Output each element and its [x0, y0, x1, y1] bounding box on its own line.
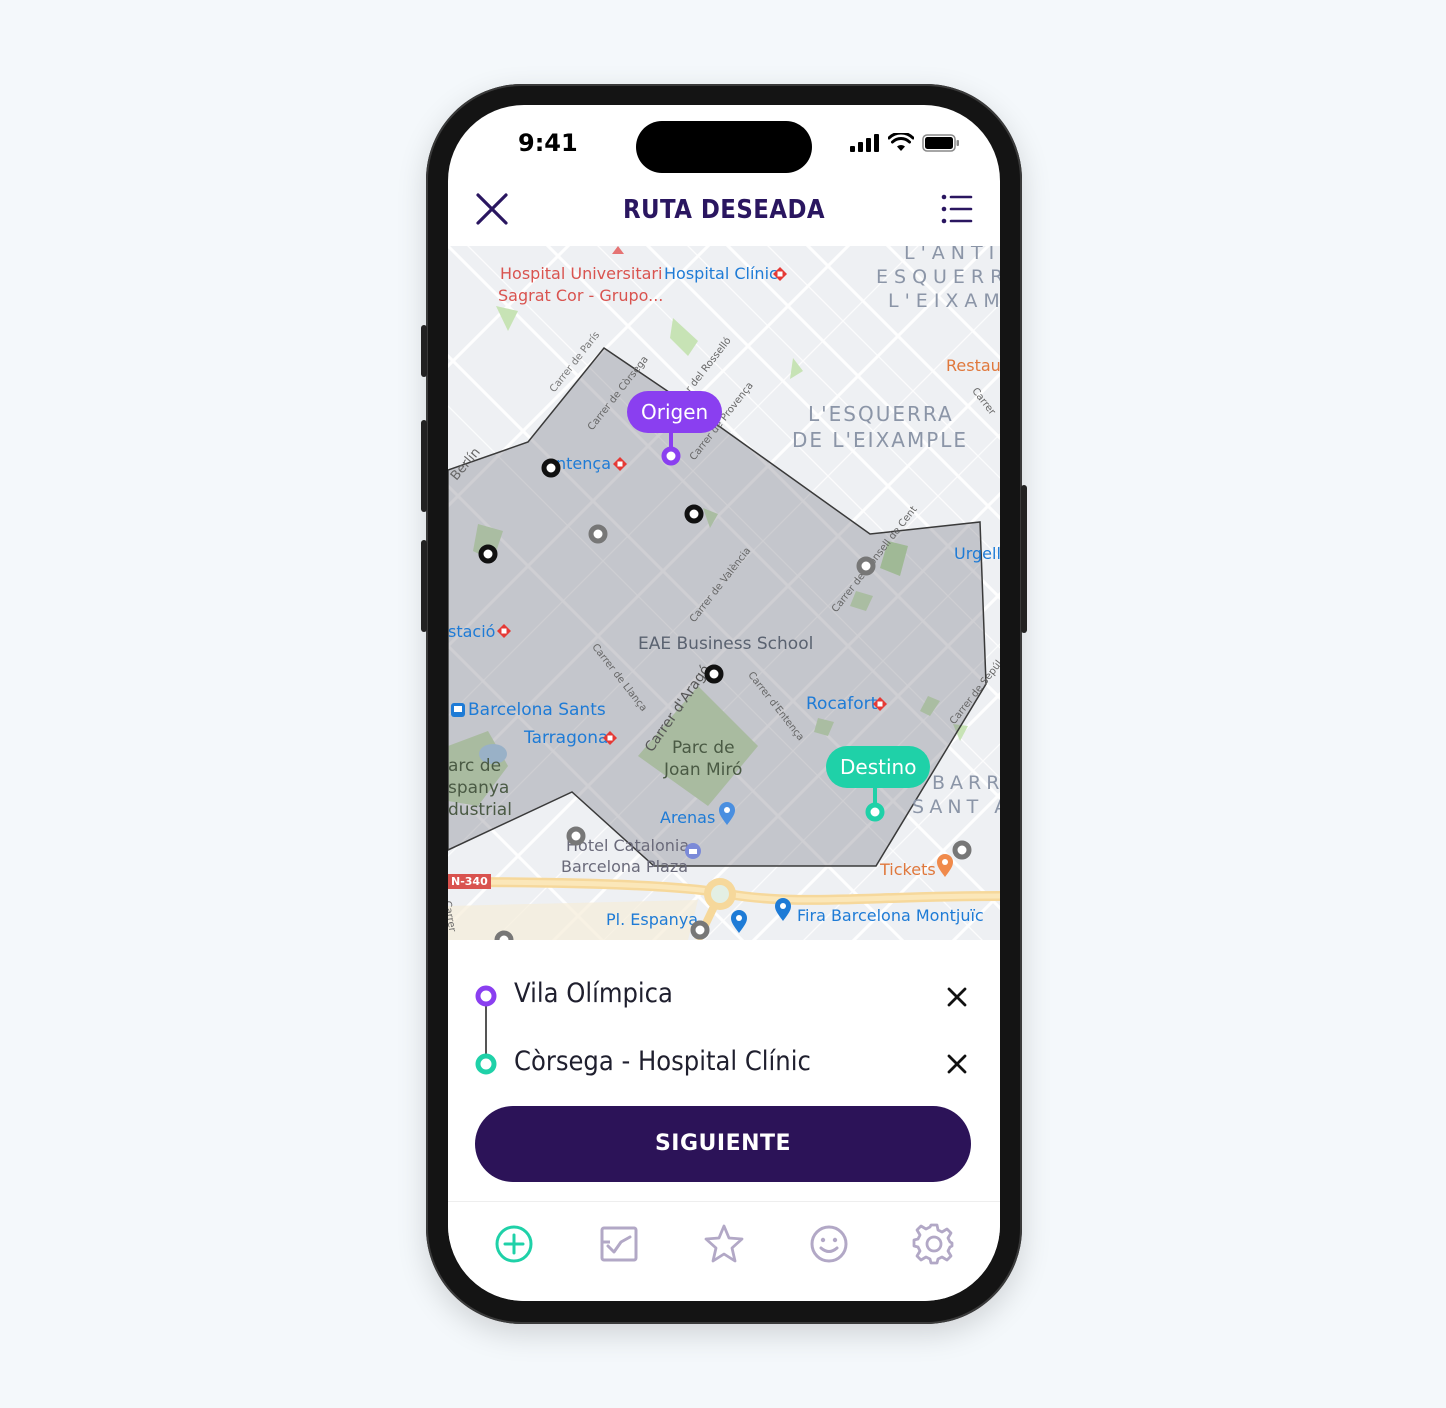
wifi-icon: [888, 133, 914, 151]
route-board-icon[interactable]: [597, 1222, 641, 1266]
screen: 9:41 RUTA DESEADA Hospital Universitari …: [448, 105, 1000, 1301]
map-markers: [478, 432, 972, 940]
page-title: RUTA DESEADA: [622, 195, 826, 225]
phone-power-button: [1021, 485, 1027, 633]
app-header: RUTA DESEADA: [448, 175, 1000, 245]
cellular-signal-icon: [850, 134, 879, 152]
status-time: 9:41: [518, 129, 578, 157]
route-summary: Vila Olímpica Còrsega - Hospital Clínic …: [448, 940, 1000, 1200]
star-icon[interactable]: [702, 1222, 746, 1266]
stop-marker-inactive: [494, 524, 972, 940]
route-map[interactable]: Hospital Universitari Sagrat Cor - Grupo…: [448, 246, 1000, 940]
phone-volume-up: [421, 420, 427, 512]
list-menu-icon[interactable]: [940, 189, 974, 229]
smiley-icon[interactable]: [807, 1222, 851, 1266]
origin-field[interactable]: Vila Olímpica: [514, 978, 673, 1009]
route-connector-icon: [475, 985, 497, 1075]
phone-volume-down: [421, 540, 427, 632]
clear-origin-icon[interactable]: [946, 986, 968, 1008]
destination-field[interactable]: Còrsega - Hospital Clínic: [514, 1046, 811, 1077]
clear-destination-icon[interactable]: [946, 1053, 968, 1075]
status-icons: [850, 133, 960, 153]
phone-mute-switch: [421, 325, 427, 377]
destination-pin-label[interactable]: Destino: [826, 746, 931, 788]
battery-icon: [922, 134, 959, 152]
origin-pin-label[interactable]: Origen: [627, 391, 723, 433]
gear-icon[interactable]: [912, 1222, 956, 1266]
stop-marker: [478, 458, 724, 684]
add-circle-icon[interactable]: [492, 1222, 536, 1266]
tab-bar: [448, 1201, 1000, 1301]
dynamic-island: [636, 121, 812, 173]
next-button[interactable]: SIGUIENTE: [475, 1106, 971, 1182]
